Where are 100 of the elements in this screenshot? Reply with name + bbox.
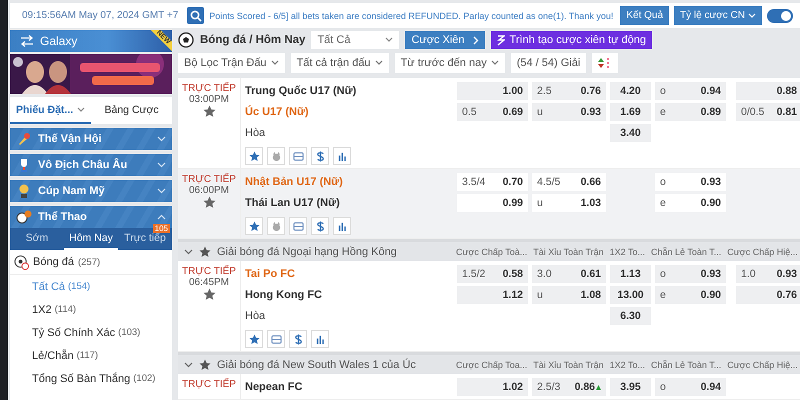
odds-cell[interactable]: 3.0 0.61 bbox=[532, 265, 606, 283]
favourite-button[interactable] bbox=[245, 147, 263, 165]
card-button[interactable] bbox=[289, 147, 307, 165]
search-button[interactable] bbox=[187, 7, 204, 24]
odds-cell[interactable]: 0.5 0.69 bbox=[457, 103, 528, 121]
odds-cell[interactable]: 2.5 0.76 bbox=[532, 82, 606, 100]
card-button[interactable] bbox=[267, 330, 285, 348]
chevron-icon bbox=[157, 136, 166, 142]
odds-cell[interactable]: 0.76 bbox=[736, 286, 800, 304]
odds-cell[interactable]: 6.30 bbox=[610, 307, 651, 325]
live-status: TRỰC TIẾP bbox=[182, 174, 236, 185]
draw-label: Hòa bbox=[245, 310, 266, 322]
parlay-button[interactable]: Cược Xiên bbox=[405, 31, 485, 49]
odds-cell[interactable]: 2.5/3 0.86 bbox=[532, 378, 606, 396]
lightning-icon bbox=[496, 34, 505, 46]
odds-cell[interactable]: 1.69 bbox=[610, 103, 651, 121]
column-header: Chẵn Lẻ Toàn T... bbox=[651, 358, 722, 370]
odds-cell[interactable]: 1.13 bbox=[610, 265, 651, 283]
odds-cell[interactable]: 1.00 bbox=[457, 82, 528, 100]
column-header: 1X2 To... bbox=[610, 246, 646, 258]
card-button[interactable] bbox=[289, 217, 307, 235]
live-status: TRỰC TIẾP bbox=[182, 379, 236, 390]
chevron-down-icon bbox=[77, 106, 86, 112]
odds-cell[interactable]: 0.99 bbox=[457, 194, 528, 212]
mascot-icon bbox=[270, 150, 282, 162]
chevron-icon bbox=[184, 248, 193, 254]
market-item[interactable]: Lẻ/Chẵn (117) bbox=[10, 344, 172, 367]
search-icon bbox=[190, 10, 202, 22]
category-header[interactable]: Cúp Nam Mỹ bbox=[10, 180, 172, 202]
auto-parlay-button[interactable]: Trình tạo cược xiên tự động bbox=[490, 31, 652, 49]
match-time: 03:00PM bbox=[188, 94, 230, 105]
odds-cell[interactable]: 4.5/5 0.66 bbox=[532, 173, 606, 191]
team-name: Hong Kong FC bbox=[245, 289, 322, 301]
odds-cell[interactable]: u 1.08 bbox=[532, 286, 606, 304]
team-name: Nhật Bản U17 (Nữ) bbox=[245, 176, 343, 188]
odds-cell[interactable]: 0/0.5 0.81 bbox=[736, 103, 800, 121]
stats-button[interactable] bbox=[333, 217, 351, 235]
market-item[interactable]: Tỷ Số Chính Xác (103) bbox=[10, 321, 172, 344]
top-button[interactable]: Kết Quả bbox=[620, 6, 670, 25]
dollar-icon bbox=[314, 220, 326, 232]
odds-cell[interactable]: e 0.89 bbox=[655, 103, 726, 121]
odds-cell[interactable]: o 0.94 bbox=[655, 378, 726, 396]
sub-tab[interactable]: Sớm bbox=[10, 228, 64, 250]
filter-button[interactable]: Tất cả trận đấu bbox=[290, 53, 389, 73]
chevron-icon bbox=[157, 188, 166, 194]
market-item[interactable]: Tất Cả (154) bbox=[10, 275, 172, 298]
filter-button[interactable]: Từ trước đến nay bbox=[394, 53, 505, 73]
odds-cell[interactable]: e 0.90 bbox=[655, 286, 726, 304]
galaxy-label: Galaxy bbox=[40, 34, 78, 48]
dollar-button[interactable] bbox=[311, 217, 329, 235]
odds-cell[interactable]: 3.40 bbox=[610, 124, 651, 142]
category-header[interactable]: Vô Địch Châu Âu bbox=[10, 154, 172, 176]
odds-cell[interactable]: 0.88 bbox=[736, 82, 800, 100]
market-item[interactable]: Tổng Số Bàn Thắng (102) bbox=[10, 367, 172, 390]
card-icon bbox=[270, 334, 282, 344]
filter-button[interactable]: (54 / 54) Giải bbox=[510, 53, 586, 73]
odds-cell[interactable]: o 0.93 bbox=[655, 173, 726, 191]
column-header: Cược Chấp Toa... bbox=[456, 358, 528, 370]
category-header[interactable]: Thế Vận Hội bbox=[10, 128, 172, 150]
filter-button[interactable]: Bộ Lọc Trận Đấu bbox=[178, 53, 285, 73]
odds-cell[interactable]: 1.02 bbox=[457, 378, 528, 396]
card-icon bbox=[292, 150, 304, 162]
odds-cell[interactable]: u 1.03 bbox=[532, 194, 606, 212]
sort-button[interactable] bbox=[592, 53, 618, 73]
odds-cell[interactable]: 13.00 bbox=[610, 286, 651, 304]
odds-cell[interactable]: 3.95 bbox=[610, 378, 651, 396]
odds-cell[interactable]: 1.0 0.93 bbox=[736, 265, 800, 283]
odds-cell[interactable]: o 0.93 bbox=[655, 265, 726, 283]
news-ticker: Points Scored - 6/5] all bets taken are considered REFUNDED. Parlay counted as one(1). Thank you! bbox=[209, 10, 614, 22]
odds-cell[interactable]: e 0.90 bbox=[655, 194, 726, 212]
toggle-switch[interactable] bbox=[766, 8, 793, 22]
odds-cell[interactable]: o 0.94 bbox=[655, 82, 726, 100]
league-name: Giải bóng đá Ngoại hạng Hồng Kông bbox=[217, 246, 398, 258]
dollar-button[interactable] bbox=[311, 147, 329, 165]
odds-cell[interactable]: 1.5/2 0.58 bbox=[457, 265, 528, 283]
top-button[interactable]: Tỷ lệ cược CN bbox=[674, 6, 762, 25]
dollar-button[interactable] bbox=[289, 330, 307, 348]
favourite-button[interactable] bbox=[245, 330, 263, 348]
balls-icon bbox=[16, 209, 32, 225]
sport-item[interactable]: Bóng đá (257) bbox=[10, 250, 172, 275]
stats-button[interactable] bbox=[311, 330, 329, 348]
favourite-button[interactable] bbox=[245, 217, 263, 235]
odds-cell[interactable]: 3.5/4 0.70 bbox=[457, 173, 528, 191]
column-header: Chẵn Lẻ Toàn T... bbox=[651, 246, 722, 258]
chevron-down-icon bbox=[374, 60, 383, 66]
star-icon[interactable] bbox=[202, 105, 216, 118]
bar-chart-icon bbox=[336, 150, 348, 162]
star-icon[interactable] bbox=[202, 196, 216, 209]
match-time: 06:45PM bbox=[188, 277, 230, 288]
star-icon[interactable] bbox=[202, 288, 216, 301]
odds-cell[interactable]: 1.12 bbox=[457, 286, 528, 304]
column-header: Tài Xỉu Toàn Trận bbox=[533, 358, 604, 370]
live-status: TRỰC TIẾP bbox=[182, 83, 236, 94]
market-item[interactable]: 1X2 (114) bbox=[10, 298, 172, 321]
star-icon bbox=[248, 220, 260, 232]
stats-button[interactable] bbox=[333, 147, 351, 165]
odds-cell[interactable]: u 0.93 bbox=[532, 103, 606, 121]
odds-cell[interactable]: 4.20 bbox=[610, 82, 651, 100]
soccer-ball-icon bbox=[14, 254, 29, 270]
type-select[interactable]: Tất Cả bbox=[311, 31, 400, 49]
